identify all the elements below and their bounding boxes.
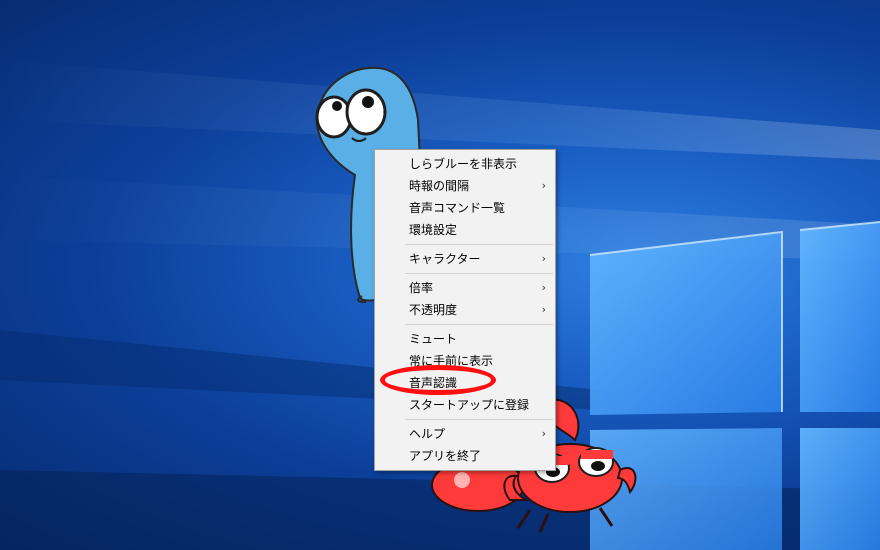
menu-item-7[interactable]: ミュート [375, 328, 555, 350]
menu-item-label: スタートアップに登録 [409, 398, 530, 412]
menu-item-label: 音声コマンド一覧 [409, 201, 506, 215]
chevron-right-icon: › [541, 427, 546, 440]
menu-item-12[interactable]: アプリを終了 [375, 445, 555, 467]
chevron-right-icon: › [541, 303, 546, 316]
menu-item-label: 時報の間隔 [409, 179, 470, 193]
menu-item-label: キャラクター [409, 252, 481, 266]
highlight-annotation-circle [380, 365, 496, 395]
menu-item-6[interactable]: 不透明度 › [375, 299, 555, 321]
chevron-right-icon: › [541, 252, 546, 265]
menu-separator [405, 419, 553, 420]
menu-item-label: ヘルプ [409, 427, 446, 441]
menu-item-11[interactable]: ヘルプ › [375, 423, 555, 445]
menu-item-label: ミュート [409, 332, 458, 346]
chevron-right-icon: › [541, 179, 546, 192]
menu-separator [405, 324, 553, 325]
menu-item-0[interactable]: しらブルーを非表示 [375, 153, 555, 175]
context-menu: しらブルーを非表示 時報の間隔 › 音声コマンド一覧 環境設定 キャラクター › 倍率 › 不透明… [374, 149, 556, 471]
menu-item-10[interactable]: スタートアップに登録 [375, 394, 555, 416]
menu-item-2[interactable]: 音声コマンド一覧 [375, 197, 555, 219]
menu-item-4[interactable]: キャラクター › [375, 248, 555, 270]
menu-item-label: 倍率 [409, 281, 434, 295]
menu-item-label: アプリを終了 [409, 449, 482, 463]
menu-item-1[interactable]: 時報の間隔 › [375, 175, 555, 197]
menu-item-label: 環境設定 [409, 223, 458, 237]
chevron-right-icon: › [541, 281, 546, 294]
menu-item-label: しらブルーを非表示 [409, 157, 518, 171]
menu-separator [405, 244, 553, 245]
menu-separator [405, 273, 553, 274]
menu-item-3[interactable]: 環境設定 [375, 219, 555, 241]
menu-item-5[interactable]: 倍率 › [375, 277, 555, 299]
menu-item-label: 不透明度 [409, 303, 458, 317]
